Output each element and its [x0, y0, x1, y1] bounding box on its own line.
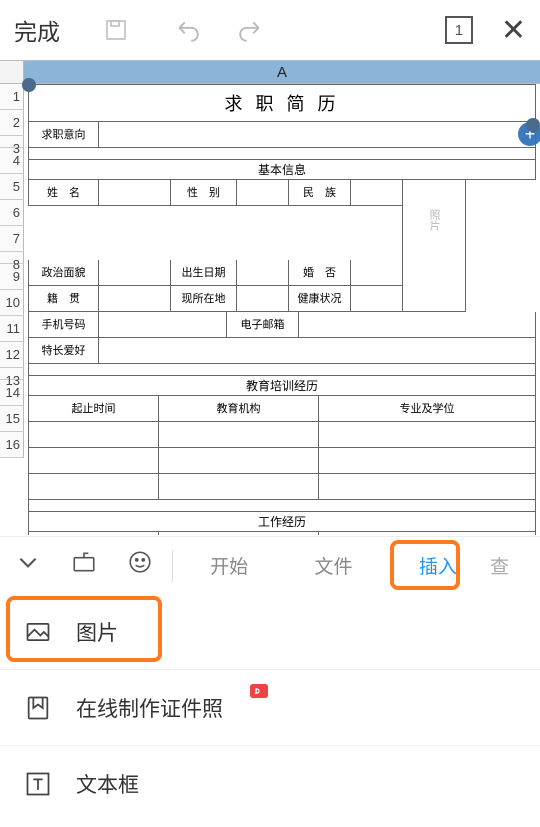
menu-item-textbox[interactable]: 文本框: [0, 746, 540, 822]
section-edu: 教育培训经历: [28, 376, 536, 396]
resume-document: 求 职 简 历 求职意向 基本信息 姓 名 性 别 民 族 照片 政治面貌 出生…: [28, 84, 536, 535]
resume-title: 求 职 简 历: [28, 84, 536, 122]
bottom-tab-bar: 开始 文件 插入 查: [0, 536, 540, 594]
section-basic: 基本信息: [28, 160, 536, 180]
phone-label: 手机号码: [28, 312, 98, 338]
intent-label: 求职意向: [28, 122, 98, 148]
idphoto-icon: [24, 694, 52, 722]
row-header[interactable]: 5: [0, 174, 24, 200]
row-header[interactable]: 8: [0, 252, 24, 264]
edu-time-label: 起止时间: [28, 396, 158, 422]
row-header[interactable]: 13: [0, 368, 24, 380]
origin-label: 籍 贯: [28, 286, 98, 312]
corner-cell[interactable]: [0, 61, 24, 83]
work-content-label: 工作内容: [318, 532, 536, 535]
birth-label: 出生日期: [170, 260, 236, 286]
tab-start[interactable]: 开始: [177, 552, 281, 579]
row-header[interactable]: 3: [0, 136, 24, 148]
row-header[interactable]: 1: [0, 84, 24, 110]
selection-dot[interactable]: [22, 78, 36, 92]
keyboard-icon[interactable]: [56, 549, 112, 582]
column-header-a[interactable]: A: [24, 61, 540, 83]
row-header[interactable]: 2: [0, 110, 24, 136]
row-header[interactable]: 7: [0, 226, 24, 252]
column-header: A: [0, 60, 540, 84]
row-header[interactable]: 15: [0, 406, 24, 432]
tab-count: 1: [455, 22, 463, 39]
section-work: 工作经历: [28, 512, 536, 532]
photo-placeholder: 照片: [402, 180, 466, 260]
name-label: 姓 名: [28, 180, 98, 206]
menu-label-image: 图片: [76, 617, 118, 647]
row-header[interactable]: 12: [0, 342, 24, 368]
assistant-icon[interactable]: [112, 549, 168, 582]
insert-menu-panel: 图片 在线制作证件照 文本框: [0, 594, 540, 827]
email-label: 电子邮箱: [226, 312, 298, 338]
row-headers: 12345678910111213141516: [0, 84, 24, 535]
redo-icon[interactable]: [234, 14, 266, 46]
work-co-label: 公司名称及职位: [158, 532, 318, 535]
menu-label-textbox: 文本框: [76, 769, 139, 799]
new-badge-icon: [250, 684, 268, 698]
nation-label: 民 族: [288, 180, 350, 206]
row-header[interactable]: 9: [0, 264, 24, 290]
intent-value: [98, 122, 536, 148]
top-toolbar: 完成 1 ✕: [0, 0, 540, 60]
tab-count-box[interactable]: 1: [445, 16, 473, 44]
menu-item-idphoto[interactable]: 在线制作证件照: [0, 670, 540, 746]
row-header[interactable]: 10: [0, 290, 24, 316]
tab-view[interactable]: 查: [490, 552, 540, 579]
tab-file[interactable]: 文件: [281, 552, 385, 579]
edu-major-label: 专业及学位: [318, 396, 536, 422]
menu-label-idphoto: 在线制作证件照: [76, 693, 223, 723]
health-label: 健康状况: [288, 286, 350, 312]
menu-item-image[interactable]: 图片: [0, 594, 540, 670]
save-icon[interactable]: [100, 14, 132, 46]
marry-label: 婚 否: [288, 260, 350, 286]
done-button[interactable]: 完成: [14, 13, 60, 47]
selection-dot[interactable]: [526, 118, 540, 132]
tab-insert[interactable]: 插入: [386, 552, 490, 579]
work-time-label: 起止时间: [28, 532, 158, 535]
row-header[interactable]: 6: [0, 200, 24, 226]
row-header[interactable]: 14: [0, 380, 24, 406]
row-header[interactable]: 11: [0, 316, 24, 342]
gender-label: 性 别: [170, 180, 236, 206]
undo-icon[interactable]: [172, 14, 204, 46]
addr-label: 现所在地: [170, 286, 236, 312]
row-header[interactable]: 4: [0, 148, 24, 174]
edu-org-label: 教育机构: [158, 396, 318, 422]
row-header[interactable]: 16: [0, 432, 24, 458]
divider: [172, 550, 173, 582]
close-icon[interactable]: ✕: [501, 13, 526, 48]
collapse-icon[interactable]: [0, 549, 56, 582]
polit-label: 政治面貌: [28, 260, 98, 286]
hobby-label: 特长爱好: [28, 338, 98, 364]
textbox-icon: [24, 770, 52, 798]
image-icon: [24, 618, 52, 646]
spreadsheet-area: + A 12345678910111213141516 求 职 简 历 求职意向…: [0, 60, 540, 535]
